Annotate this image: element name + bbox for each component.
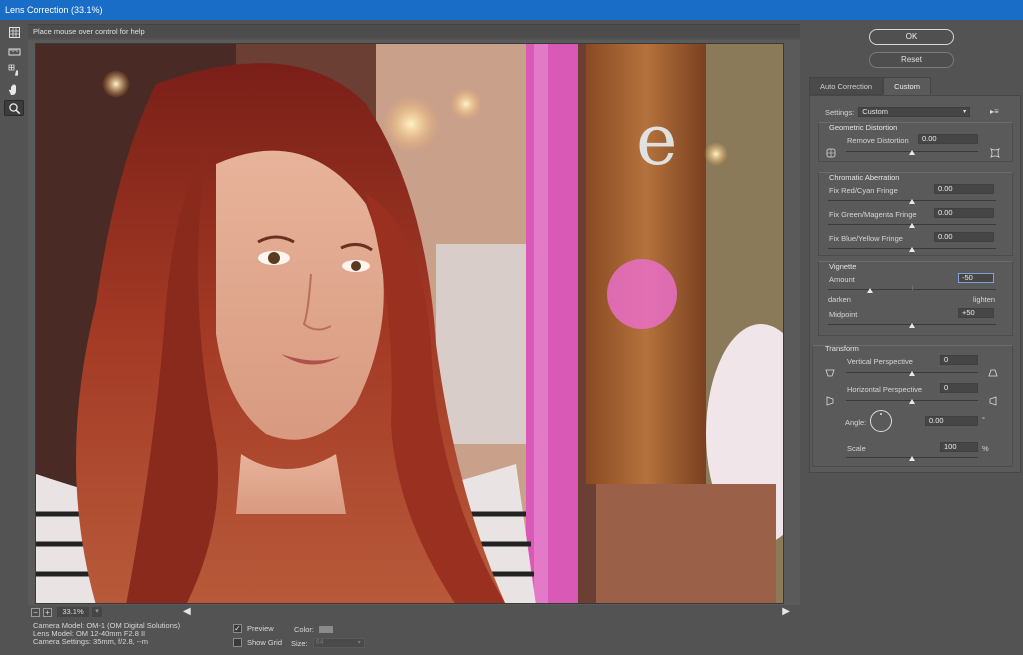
image-preview[interactable]: e [35, 43, 784, 604]
amount-center-tick [912, 285, 913, 290]
zoom-controls: − + 33.1% ▾ [31, 606, 102, 618]
zoom-level[interactable]: 33.1% [57, 607, 89, 617]
blue-yellow-label: Fix Blue/Yellow Fringe [829, 234, 903, 243]
portrait-photo: e [36, 44, 783, 603]
barrel-icon [990, 148, 1000, 158]
chromatic-aberration-title: Chromatic Aberration [829, 173, 900, 182]
angle-field[interactable]: 0.00 [925, 416, 978, 426]
camera-settings: Camera Settings: 35mm, f/2.8, --m [33, 637, 149, 646]
vertical-perspective-thumb[interactable] [909, 371, 915, 376]
zoom-in-button[interactable]: + [43, 607, 52, 617]
scale-thumb[interactable] [909, 456, 915, 461]
remove-distortion-tool-icon[interactable] [4, 24, 24, 40]
ok-button[interactable]: OK [869, 29, 954, 45]
grid-size-option: Size: 64 ▾ [291, 638, 365, 648]
right-panel: OK Reset Auto Correction Custom Settings… [807, 22, 1021, 473]
remove-distortion-label: Remove Distortion [847, 136, 909, 145]
zoom-tool-icon[interactable] [4, 100, 24, 116]
show-grid-option[interactable]: Show Grid [233, 638, 282, 647]
settings-select[interactable]: Custom ▾ [858, 107, 971, 117]
remove-distortion-field[interactable]: 0.00 [918, 134, 978, 144]
zoom-out-button[interactable]: − [31, 607, 40, 617]
blue-yellow-field[interactable]: 0.00 [934, 232, 994, 242]
vertical-perspective-field[interactable]: 0 [940, 355, 978, 365]
horizontal-scrollbar[interactable]: ◀ ▶ [183, 606, 790, 618]
scale-label: Scale [847, 444, 866, 453]
settings-menu-icon[interactable]: ▸≡ [990, 107, 999, 116]
red-cyan-thumb[interactable] [909, 199, 915, 204]
hand-tool-icon[interactable] [4, 81, 24, 97]
show-grid-checkbox[interactable] [233, 638, 242, 647]
help-text: Place mouse over control for help [28, 24, 800, 38]
geometric-distortion-title: Geometric Distortion [829, 123, 898, 132]
green-magenta-label: Fix Green/Magenta Fringe [829, 210, 917, 219]
grid-color-option: Color: [294, 625, 334, 634]
window-title: Lens Correction (33.1%) [0, 0, 1023, 20]
grid-color-label: Color: [294, 625, 315, 634]
straighten-tool-icon[interactable] [4, 43, 24, 59]
zoom-dropdown-icon[interactable]: ▾ [92, 607, 102, 617]
vertical-perspective-down-icon [825, 369, 835, 377]
settings-label: Settings: [825, 107, 855, 117]
angle-label: Angle: [845, 418, 867, 427]
vignette-title: Vignette [829, 262, 857, 271]
lighten-label: lighten [973, 295, 996, 304]
show-grid-label: Show Grid [247, 638, 283, 647]
preview-label: Preview [247, 624, 274, 633]
scale-field[interactable]: 100 [940, 442, 978, 452]
scroll-right-icon[interactable]: ▶ [782, 606, 790, 618]
chevron-down-icon: ▾ [357, 640, 361, 646]
vertical-perspective-up-icon [988, 369, 998, 377]
transform-title: Transform [825, 344, 859, 353]
tab-custom[interactable]: Custom [883, 77, 931, 95]
midpoint-label: Midpoint [829, 310, 858, 319]
midpoint-field[interactable]: +50 [958, 308, 994, 318]
green-magenta-thumb[interactable] [909, 223, 915, 228]
scroll-left-icon[interactable]: ◀ [183, 606, 191, 618]
correction-tabs: Auto Correction Custom [809, 77, 1021, 95]
amount-field[interactable]: -50 [958, 273, 994, 283]
svg-text:e: e [636, 99, 677, 181]
remove-distortion-thumb[interactable] [909, 150, 915, 155]
horizontal-perspective-field[interactable]: 0 [940, 383, 978, 393]
midpoint-thumb[interactable] [909, 323, 915, 328]
move-grid-tool-icon[interactable] [4, 62, 24, 78]
tool-strip [4, 24, 26, 119]
grid-color-swatch[interactable] [319, 626, 334, 633]
horizontal-perspective-label: Horizontal Perspective [847, 385, 923, 394]
camera-info: Camera Model: OM-1 (OM Digital Solutions… [33, 622, 180, 646]
green-magenta-field[interactable]: 0.00 [934, 208, 994, 218]
grid-size-select[interactable]: 64 ▾ [312, 638, 365, 648]
grid-size-label: Size: [291, 638, 308, 648]
settings-row: Settings: Custom ▾ [825, 107, 971, 117]
horizontal-perspective-left-icon [826, 396, 834, 406]
pincushion-icon [826, 148, 836, 158]
blue-yellow-thumb[interactable] [909, 247, 915, 252]
custom-tab-panel: Settings: Custom ▾ ▸≡ Geometric Distorti… [809, 95, 1021, 473]
canvas-area[interactable]: e [28, 40, 800, 605]
red-cyan-label: Fix Red/Cyan Fringe [829, 186, 898, 195]
preview-checkbox[interactable]: ✓ [233, 624, 242, 633]
chevron-down-icon: ▾ [963, 109, 967, 115]
red-cyan-field[interactable]: 0.00 [934, 184, 994, 194]
amount-label: Amount [829, 275, 855, 284]
angle-dial[interactable] [870, 410, 892, 432]
darken-label: darken [828, 295, 851, 304]
vertical-perspective-label: Vertical Perspective [847, 357, 913, 366]
amount-thumb[interactable] [867, 288, 873, 293]
angle-unit: ° [982, 415, 985, 424]
tab-auto-correction[interactable]: Auto Correction [809, 77, 884, 95]
horizontal-perspective-right-icon [989, 396, 997, 406]
reset-button[interactable]: Reset [869, 52, 954, 68]
horizontal-perspective-thumb[interactable] [909, 399, 915, 404]
preview-option[interactable]: ✓ Preview [233, 624, 274, 633]
scale-unit: % [982, 444, 989, 453]
